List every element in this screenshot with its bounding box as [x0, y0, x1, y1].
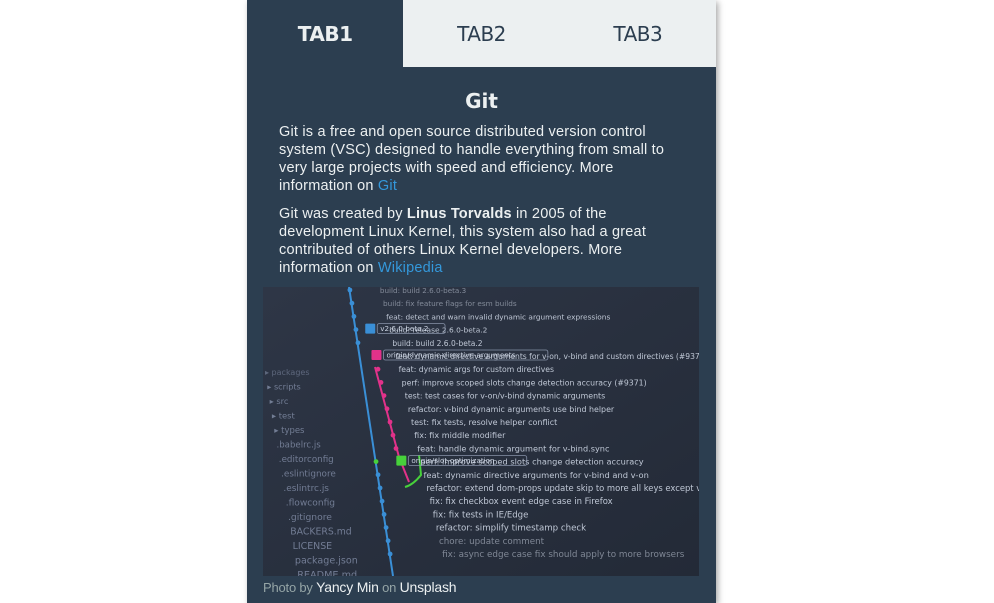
file-tree-item: LICENSE [293, 541, 333, 552]
section-title: Git [465, 89, 498, 113]
commit-dot [373, 459, 379, 464]
tab-3[interactable]: TAB3 [560, 0, 716, 67]
commit-dot [355, 340, 361, 346]
commit-dot [347, 287, 353, 293]
commit-message: build: build 2.6.0-beta.2 [392, 339, 482, 348]
commit-dot [349, 300, 355, 306]
file-tree-item: .editorconfig [279, 455, 334, 465]
commit-dot [375, 366, 381, 372]
tab-content: Git Git is a free and open source distri… [247, 89, 716, 595]
commit-message: build: fix feature flags for esm builds [383, 299, 517, 308]
commit-dot [393, 446, 399, 451]
credit-prefix: Photo by [263, 580, 313, 595]
commit-dot [387, 551, 393, 557]
file-tree-item: package.json [295, 556, 358, 567]
credit-on: on [382, 580, 397, 595]
commit-dot [351, 314, 357, 319]
file-tree-item: ▸ test [272, 411, 296, 421]
tag-slot-optimization-icon [396, 455, 407, 466]
commit-dot [384, 406, 390, 412]
commit-dot [377, 485, 383, 491]
commit-message: fix: async edge case fix should apply to… [442, 550, 685, 560]
file-tree-item: .gitignore [288, 512, 332, 523]
paragraph-intro: Git is a free and open source distribute… [263, 123, 700, 195]
commit-dot [387, 419, 393, 425]
commit-message: chore: update comment [439, 537, 545, 547]
commit-message: fix: fix checkbox event edge case in Fir… [430, 496, 613, 506]
commit-dot [383, 525, 389, 530]
commit-message: build: build 2.6.0-beta.3 [380, 287, 466, 295]
tag-release-label: v2.6.0-beta.2 [380, 324, 428, 333]
commit-message: feat: handle dynamic argument for v-bind… [417, 443, 609, 453]
file-tree-item: ▸ packages [265, 368, 310, 377]
author-name: Linus Torvalds [406, 206, 512, 222]
file-tree-item: .eslintignore [281, 470, 336, 480]
commit-message: fix: fix tests in IE/Edge [433, 510, 529, 520]
wikipedia-link[interactable]: Wikipedia [378, 260, 443, 276]
tab-card: TAB1 TAB2 TAB3 Git Git is a free and ope… [247, 0, 716, 603]
commit-dot [353, 327, 359, 332]
commit-message: refactor: simplify timestamp check [436, 524, 586, 534]
tag-dynamic-directive-icon [371, 350, 382, 360]
commit-message: test: fix tests, resolve helper conflict [411, 418, 557, 427]
commit-message: refactor: extend dom-props update skip t… [427, 483, 699, 493]
tab-bar: TAB1 TAB2 TAB3 [247, 0, 716, 67]
paragraph-history-text-a: Git was created by [279, 206, 407, 222]
file-tree-item: README.md [297, 570, 357, 576]
commit-dot [385, 538, 391, 544]
commit-message: test: test cases for v-on/v-bind dynamic… [405, 392, 605, 401]
commit-message: feat: dynamic args for custom directives [399, 365, 554, 374]
file-tree-item: .flowconfig [286, 499, 335, 509]
credit-author-link[interactable]: Yancy Min [316, 579, 379, 595]
tag-slot-optimization-label: origin/slot-optimization [411, 456, 494, 465]
tab-2[interactable]: TAB2 [403, 0, 559, 67]
tag-dynamic-directive-label: origin/dynamic-directive-arguments [386, 351, 515, 360]
paragraph-intro-text: Git is a free and open source distribute… [279, 124, 665, 194]
tab-1[interactable]: TAB1 [247, 0, 404, 67]
paragraph-history: Git was created by Linus Torvalds in 200… [263, 205, 700, 277]
commit-dot [390, 432, 396, 438]
git-log-image: ▸ packages ▸ scripts ▸ src ▸ test ▸ types .ba… [263, 287, 699, 576]
commit-message: fix: fix middle modifier [414, 430, 506, 440]
commit-message: feat: dynamic directive arguments for v-… [423, 470, 648, 480]
git-log-photo: ▸ packages ▸ scripts ▸ src ▸ test ▸ types .ba… [263, 287, 699, 576]
photo-credit: Photo by Yancy Min on Unsplash [263, 579, 700, 595]
commit-dot [381, 512, 387, 517]
file-tree-item: ▸ scripts [267, 382, 300, 392]
file-tree-item: .eslintrc.js [283, 484, 329, 494]
commit-message: feat: detect and warn invalid dynamic ar… [386, 312, 610, 321]
git-link[interactable]: Git [378, 178, 397, 194]
file-tree-item: BACKERS.md [290, 527, 352, 538]
commit-dot [379, 498, 385, 504]
commit-dot [378, 380, 384, 385]
file-tree-item: .babelrc.js [277, 441, 322, 451]
file-tree-item: ▸ src [270, 396, 289, 406]
commit-dot [381, 393, 387, 398]
credit-site-link[interactable]: Unsplash [400, 579, 457, 595]
tag-release-icon [365, 323, 376, 334]
commit-message: perf: improve scoped slots change detect… [402, 378, 647, 387]
commit-dot [375, 472, 381, 478]
file-tree-item: ▸ types [274, 425, 304, 435]
commit-message: refactor: v-bind dynamic arguments use b… [408, 405, 615, 414]
